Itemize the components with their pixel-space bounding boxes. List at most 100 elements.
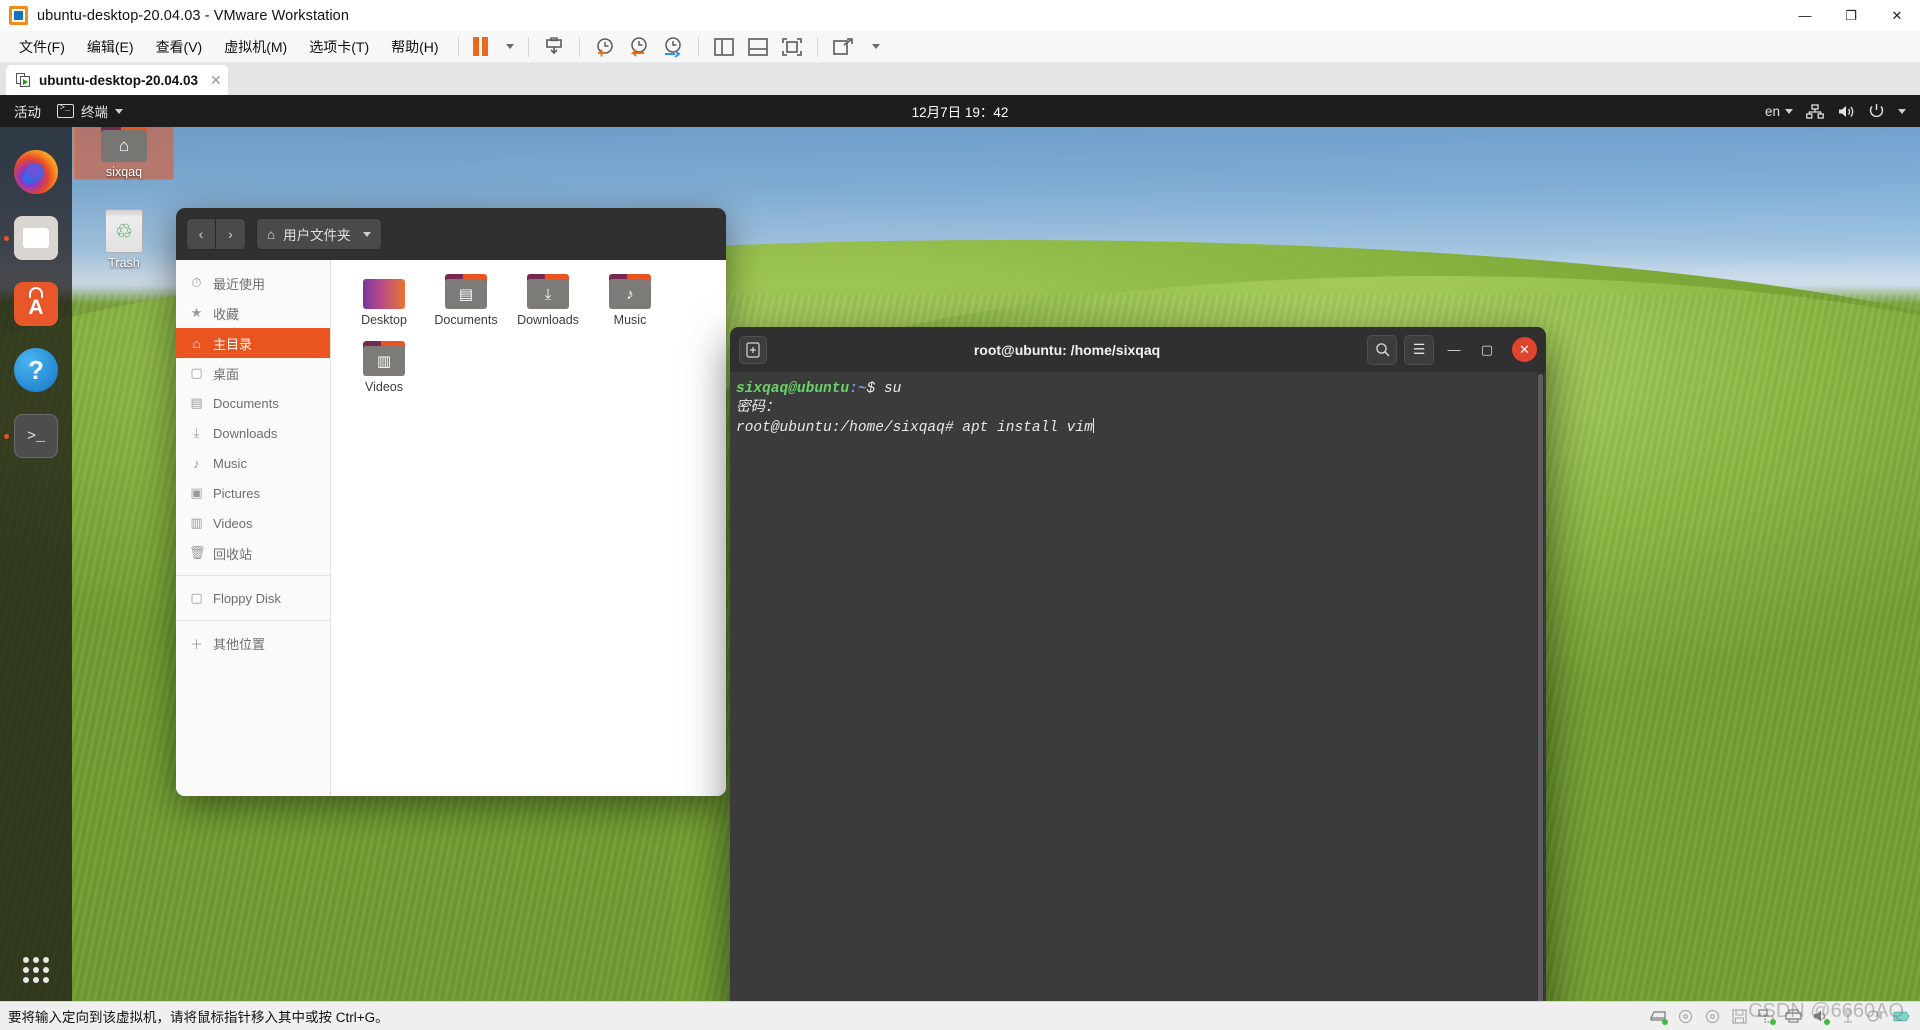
- desktop-icon: ▢: [190, 365, 203, 380]
- menu-view[interactable]: 查看(V): [145, 31, 214, 63]
- dock-item-firefox[interactable]: [0, 139, 72, 205]
- hard-disk-icon[interactable]: [1650, 1009, 1668, 1025]
- sidebar-item-label: 最近使用: [213, 276, 266, 292]
- videos-folder-icon: ▥: [363, 341, 405, 376]
- sidebar-item-music[interactable]: ♪ Music: [176, 448, 330, 478]
- dock-item-files[interactable]: [0, 205, 72, 271]
- camera-icon[interactable]: [1866, 1009, 1883, 1024]
- file-item-videos[interactable]: ▥ Videos: [344, 341, 424, 394]
- files-icon: [14, 216, 58, 260]
- suspend-button[interactable]: [467, 31, 494, 63]
- unity-mode-button[interactable]: [826, 31, 860, 63]
- desktop-icon-label: sixqaq: [105, 165, 143, 179]
- search-icon: [1375, 343, 1389, 357]
- file-item-downloads[interactable]: ⤓ Downloads: [508, 274, 588, 327]
- dock-item-ubuntu-software[interactable]: A: [0, 271, 72, 337]
- file-grid: Desktop ▤ Documents ⤓ Downloads ♪ Music …: [343, 274, 726, 408]
- sidebar-divider: [176, 575, 330, 576]
- show-console-view-button[interactable]: [741, 31, 775, 63]
- system-indicators[interactable]: en: [1765, 103, 1906, 119]
- sidebar-item-starred[interactable]: ★ 收藏: [176, 298, 330, 328]
- toolbar-separator: [578, 36, 580, 57]
- sidebar-item-trash[interactable]: 🗑 回收站: [176, 538, 330, 568]
- snapshot-take-button[interactable]: [588, 31, 622, 63]
- terminal-window[interactable]: root@ubuntu: /home/sixqaq ☰ — ▢ ✕ sixqaq…: [730, 327, 1546, 1001]
- sidebar-item-label: Music: [213, 455, 247, 471]
- cd-drive-icon[interactable]: [1677, 1009, 1694, 1024]
- suspend-dropdown[interactable]: [494, 31, 520, 63]
- sidebar-item-other-locations[interactable]: ＋ 其他位置: [176, 628, 330, 658]
- maximize-button[interactable]: ▢: [1474, 336, 1500, 364]
- power-on-button[interactable]: [537, 31, 571, 63]
- menu-edit[interactable]: 编辑(E): [76, 31, 145, 63]
- sidebar-item-downloads[interactable]: ⤓ Downloads: [176, 418, 330, 448]
- sound-card-icon[interactable]: [1812, 1009, 1830, 1025]
- ubuntu-dock: A ? >_: [0, 127, 72, 1001]
- desktop-icon-label: Trash: [108, 256, 140, 270]
- printer-icon[interactable]: [1785, 1009, 1802, 1024]
- menu-tabs[interactable]: 选项卡(T): [298, 31, 380, 63]
- file-item-music[interactable]: ♪ Music: [590, 274, 670, 327]
- sidebar-item-pictures[interactable]: ▣ Pictures: [176, 478, 330, 508]
- menu-vm[interactable]: 虚拟机(M): [213, 31, 298, 63]
- terminal-scrollbar[interactable]: [1537, 372, 1544, 1001]
- file-item-desktop[interactable]: Desktop: [344, 274, 424, 327]
- menu-help[interactable]: 帮助(H): [380, 31, 449, 63]
- network-adapter-icon[interactable]: [1758, 1009, 1776, 1025]
- guest-screen[interactable]: 活动 终端 12月7日 19：42 en: [0, 95, 1920, 1001]
- close-button[interactable]: ✕: [1874, 0, 1920, 31]
- clock[interactable]: 12月7日 19：42: [860, 101, 1060, 121]
- search-button[interactable]: [1367, 334, 1397, 365]
- usb-controller-icon[interactable]: [1839, 1008, 1856, 1024]
- new-tab-button[interactable]: [739, 335, 767, 364]
- vmware-menubar: 文件(F) 编辑(E) 查看(V) 虚拟机(M) 选项卡(T) 帮助(H): [0, 31, 1920, 63]
- vm-tab-label: ubuntu-desktop-20.04.03: [39, 72, 199, 88]
- back-button[interactable]: ‹: [186, 218, 216, 250]
- vm-tab-ubuntu[interactable]: ubuntu-desktop-20.04.03 ✕: [6, 65, 228, 95]
- new-tab-icon: [746, 341, 760, 358]
- window-controls: — ❐ ✕: [1782, 0, 1920, 31]
- forward-button[interactable]: ›: [216, 218, 246, 250]
- fullscreen-button[interactable]: [775, 31, 809, 63]
- app-menu-button[interactable]: 终端: [57, 101, 123, 121]
- display-icon[interactable]: [1893, 1009, 1910, 1024]
- restore-button[interactable]: ❐: [1828, 0, 1874, 31]
- file-item-label: Videos: [365, 380, 403, 394]
- chevron-down-icon[interactable]: [1898, 108, 1906, 114]
- show-library-button[interactable]: [707, 31, 741, 63]
- status-hint: 要将输入定向到该虚拟机，请将鼠标指针移入其中或按 Ctrl+G。: [8, 1010, 389, 1025]
- file-manager-content[interactable]: Desktop ▤ Documents ⤓ Downloads ♪ Music …: [331, 260, 726, 796]
- path-bar[interactable]: ⌂ 用户文件夹: [256, 218, 382, 250]
- network-icon[interactable]: [1806, 103, 1824, 119]
- snapshot-revert-button[interactable]: [622, 31, 656, 63]
- sidebar-item-floppy-disk[interactable]: ▢ Floppy Disk: [176, 583, 330, 613]
- terminal-body[interactable]: sixqaq@ubuntu:~$ su 密码： root@ubuntu:/hom…: [730, 372, 1546, 1001]
- minimize-button[interactable]: —: [1441, 336, 1467, 364]
- snapshot-manager-button[interactable]: [656, 31, 690, 63]
- show-applications-button[interactable]: [0, 957, 72, 983]
- power-icon[interactable]: [1868, 103, 1885, 119]
- dock-item-help[interactable]: ?: [0, 337, 72, 403]
- terminal-header: root@ubuntu: /home/sixqaq ☰ — ▢ ✕: [730, 327, 1546, 372]
- cd-drive-2-icon[interactable]: [1704, 1009, 1721, 1024]
- file-item-documents[interactable]: ▤ Documents: [426, 274, 506, 327]
- sidebar-item-desktop[interactable]: ▢ 桌面: [176, 358, 330, 388]
- menu-button[interactable]: ☰: [1404, 334, 1434, 365]
- file-item-label: Desktop: [361, 313, 407, 327]
- volume-icon[interactable]: [1837, 104, 1855, 119]
- minimize-button[interactable]: —: [1782, 0, 1828, 31]
- file-manager-window[interactable]: ‹ › ⌂ 用户文件夹 ⏱ 最近使用 ★ 收藏 ⌂ 主目录 ▢ 桌面 ▤ Doc…: [176, 208, 726, 796]
- sidebar-item-home[interactable]: ⌂ 主目录: [176, 328, 330, 358]
- close-button[interactable]: ✕: [1512, 337, 1537, 362]
- desktop-icon-trash[interactable]: ♲ Trash: [74, 205, 174, 270]
- activities-button[interactable]: 活动: [0, 101, 57, 121]
- floppy-drive-icon[interactable]: [1731, 1008, 1748, 1024]
- dock-item-terminal[interactable]: >_: [0, 403, 72, 469]
- menu-file[interactable]: 文件(F): [8, 31, 76, 63]
- keyboard-layout-indicator[interactable]: en: [1765, 104, 1793, 119]
- sidebar-item-documents[interactable]: ▤ Documents: [176, 388, 330, 418]
- sidebar-item-videos[interactable]: ▥ Videos: [176, 508, 330, 538]
- sidebar-item-recent[interactable]: ⏱ 最近使用: [176, 268, 330, 298]
- close-icon[interactable]: ✕: [210, 72, 222, 89]
- unity-mode-dropdown[interactable]: [860, 31, 886, 63]
